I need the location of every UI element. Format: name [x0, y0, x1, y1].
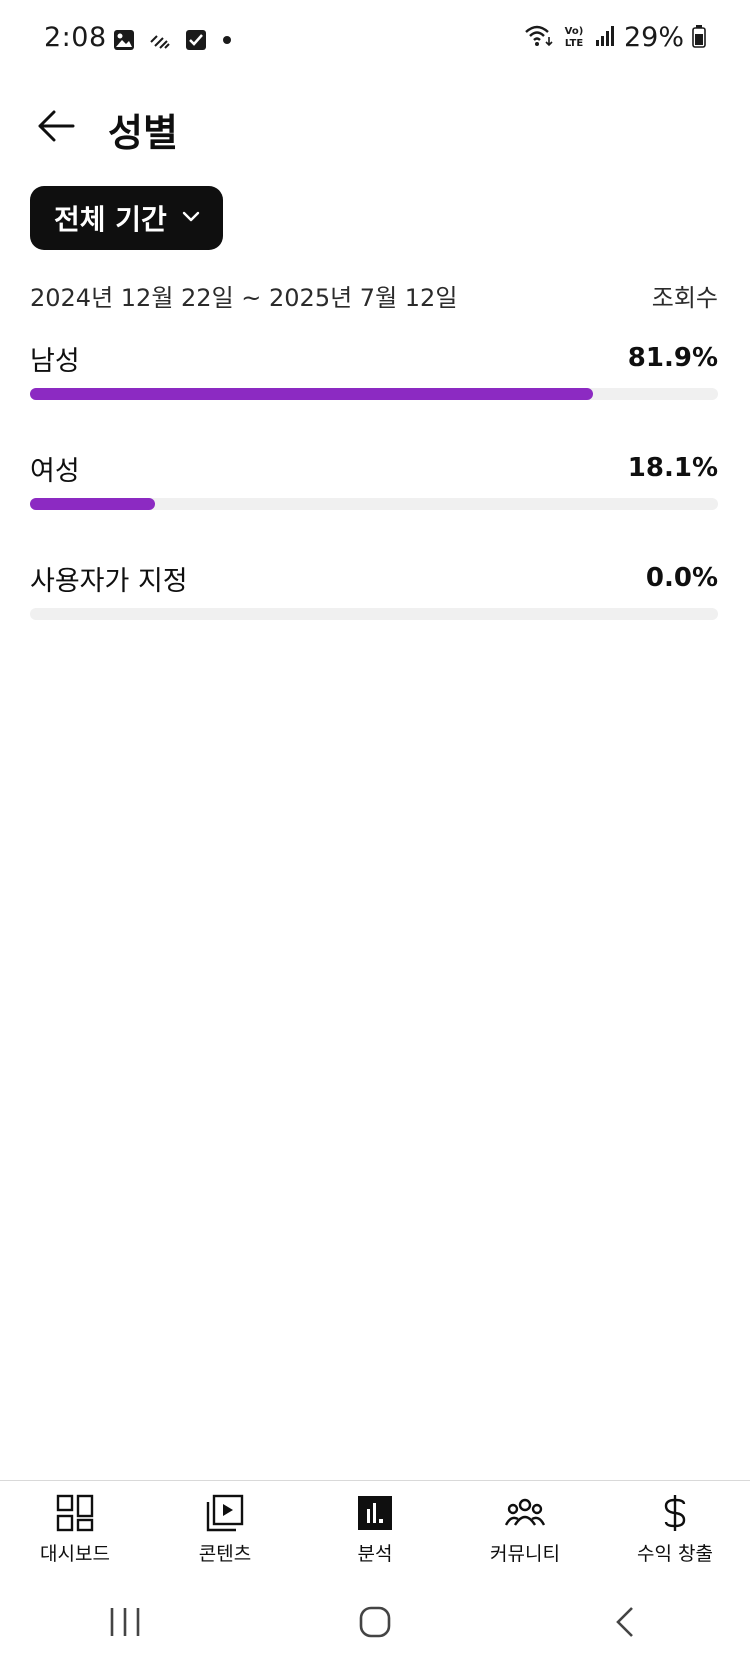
home-button[interactable] — [315, 1594, 435, 1654]
battery-percent: 29% — [623, 22, 684, 53]
status-time: 2:08 — [44, 22, 107, 53]
chevron-down-icon — [181, 209, 201, 228]
gender-label: 여성 — [30, 455, 80, 487]
nav-label: 커뮤니티 — [490, 1543, 560, 1565]
recent-apps-button[interactable] — [65, 1594, 185, 1654]
nav-label: 콘텐츠 — [198, 1543, 252, 1565]
nav-label: 분석 — [357, 1543, 393, 1565]
status-right: Vo) LTE 29% — [524, 22, 706, 53]
period-dropdown[interactable]: 전체 기간 — [30, 186, 223, 250]
period-label: 전체 기간 — [54, 203, 167, 236]
recent-apps-icon — [108, 1606, 142, 1642]
nav-content[interactable]: 콘텐츠 — [150, 1481, 300, 1580]
date-range: 2024년 12월 22일 ~ 2025년 7월 12일 — [30, 283, 458, 312]
nav-community[interactable]: 커뮤니티 — [450, 1481, 600, 1580]
gender-row-male: 남성 81.9% — [30, 338, 718, 408]
nav-label: 대시보드 — [40, 1543, 110, 1565]
header: 성별 — [0, 82, 750, 182]
community-icon — [505, 1493, 545, 1533]
bar-track — [30, 388, 718, 400]
battery-icon — [692, 24, 706, 52]
bar-track — [30, 498, 718, 510]
gallery-icon — [112, 28, 136, 56]
dashboard-icon — [55, 1493, 95, 1533]
cell-signal-icon — [594, 24, 616, 52]
system-nav — [0, 1580, 750, 1667]
gender-value: 0.0% — [645, 563, 718, 593]
bar-fill — [30, 388, 593, 400]
home-icon — [358, 1605, 392, 1643]
status-notification-icons — [112, 28, 234, 56]
analytics-icon — [355, 1493, 395, 1533]
bar-fill — [30, 498, 155, 510]
nav-dashboard[interactable]: 대시보드 — [0, 1481, 150, 1580]
gender-row-user-specified: 사용자가 지정 0.0% — [30, 558, 718, 628]
nav-label: 수익 창출 — [637, 1543, 713, 1565]
svg-text:LTE: LTE — [565, 38, 584, 49]
svg-text:Vo): Vo) — [565, 26, 584, 37]
page-title: 성별 — [108, 111, 178, 155]
gender-value: 18.1% — [627, 453, 718, 483]
dot-icon — [220, 28, 234, 56]
metric-label: 조회수 — [651, 283, 718, 312]
gender-label: 사용자가 지정 — [30, 565, 188, 597]
status-bar: 2:08 Vo) LTE 29% — [0, 0, 750, 82]
dollar-icon — [655, 1493, 695, 1533]
nav-analytics[interactable]: 분석 — [300, 1481, 450, 1580]
bar-track — [30, 608, 718, 620]
bottom-nav: 대시보드 콘텐츠 분석 커뮤니티 수익 창출 — [0, 1480, 750, 1580]
signal-waves-icon — [148, 28, 172, 56]
back-button[interactable] — [28, 100, 84, 156]
system-back-button[interactable] — [565, 1594, 685, 1654]
gender-row-female: 여성 18.1% — [30, 448, 718, 518]
checkbox-icon — [184, 28, 208, 56]
nav-monetization[interactable]: 수익 창출 — [600, 1481, 750, 1580]
gender-label: 남성 — [30, 345, 80, 377]
wifi-icon — [524, 23, 554, 53]
volte-icon: Vo) LTE — [562, 23, 586, 53]
gender-value: 81.9% — [627, 343, 718, 373]
date-range-row: 2024년 12월 22일 ~ 2025년 7월 12일 조회수 — [30, 278, 718, 312]
chevron-left-icon — [613, 1605, 637, 1643]
arrow-left-icon — [37, 109, 75, 147]
content-icon — [205, 1493, 245, 1533]
